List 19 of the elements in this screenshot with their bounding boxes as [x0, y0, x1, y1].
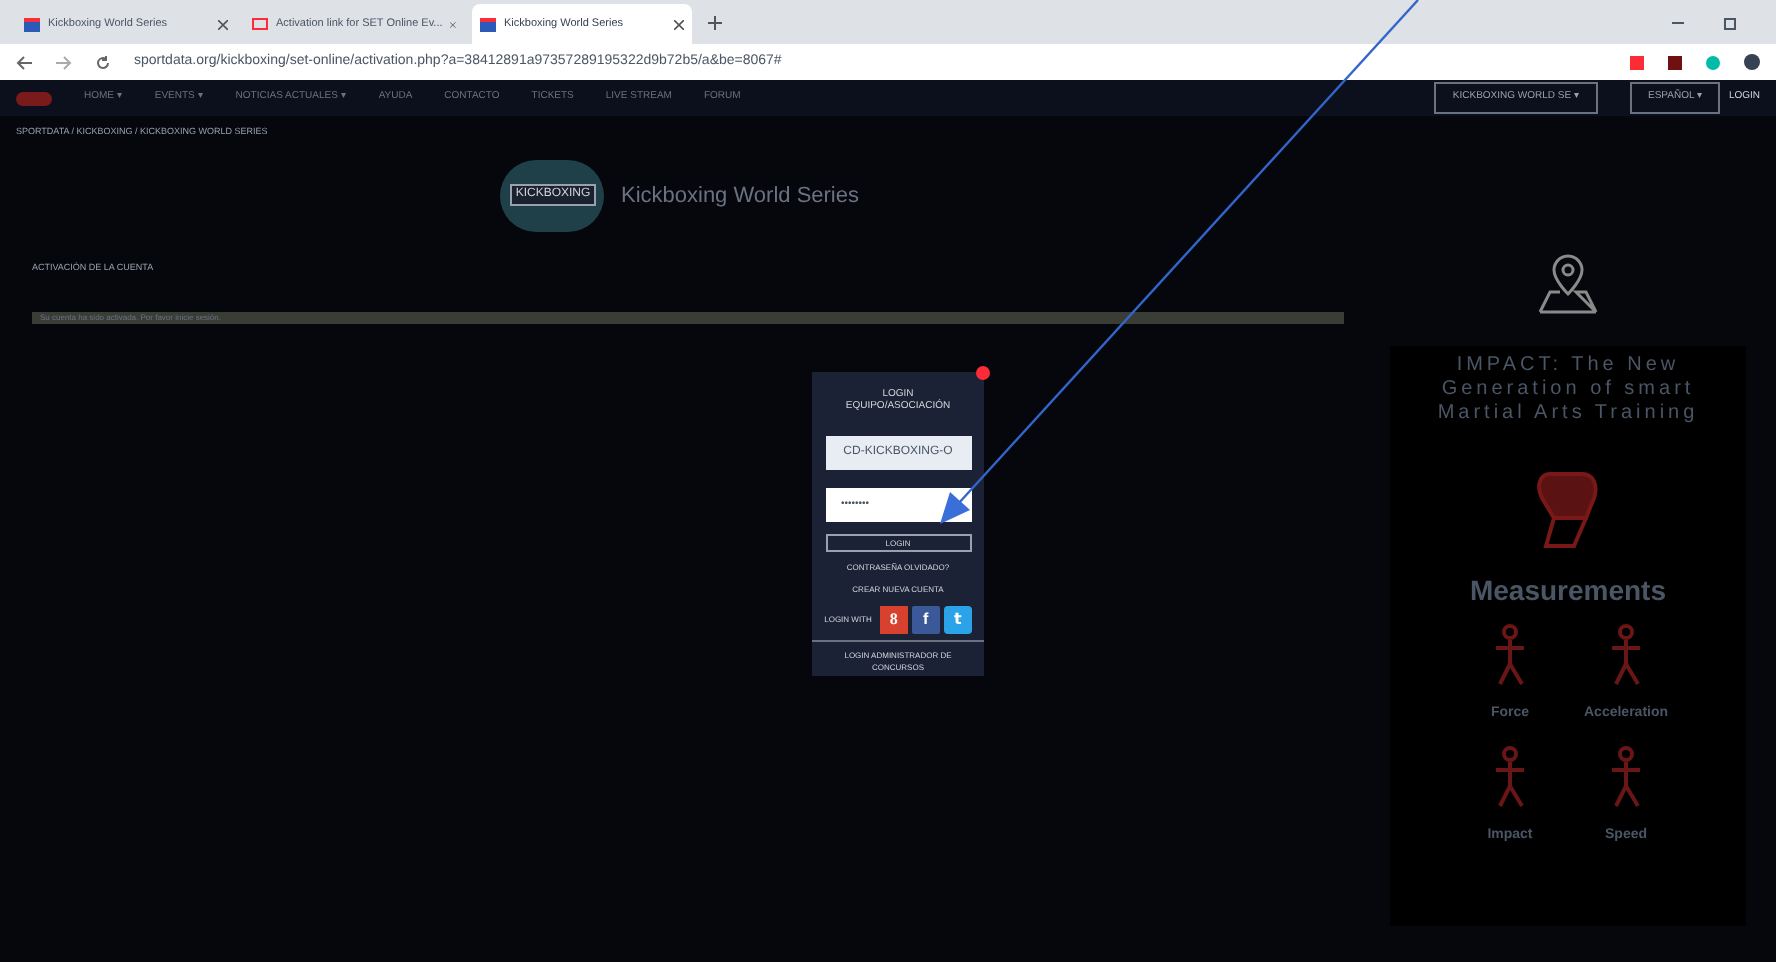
restore-icon[interactable] — [1724, 18, 1736, 30]
flag-icon — [480, 17, 496, 31]
close-icon[interactable] — [450, 19, 456, 29]
profile-icon[interactable] — [1744, 54, 1760, 70]
reload-icon[interactable] — [96, 55, 110, 69]
extension-icon[interactable] — [1668, 55, 1682, 69]
social-login-button[interactable]: 8 — [879, 606, 908, 634]
flag-icon — [24, 17, 40, 31]
close-icon[interactable] — [976, 366, 990, 380]
close-icon[interactable] — [674, 19, 684, 29]
new-tab-icon[interactable] — [708, 16, 722, 30]
map-icon — [1534, 250, 1602, 318]
mail-icon — [252, 18, 268, 30]
site-title: Kickboxing World Series — [620, 181, 859, 211]
back-icon[interactable] — [16, 55, 32, 69]
social-login-button[interactable]: f — [911, 606, 940, 634]
measurements-title: Measurements — [1469, 572, 1667, 610]
close-icon[interactable] — [218, 19, 228, 29]
ad-headline: IMPACT: The New Generation of smart Martial Arts Training — [1435, 354, 1701, 426]
